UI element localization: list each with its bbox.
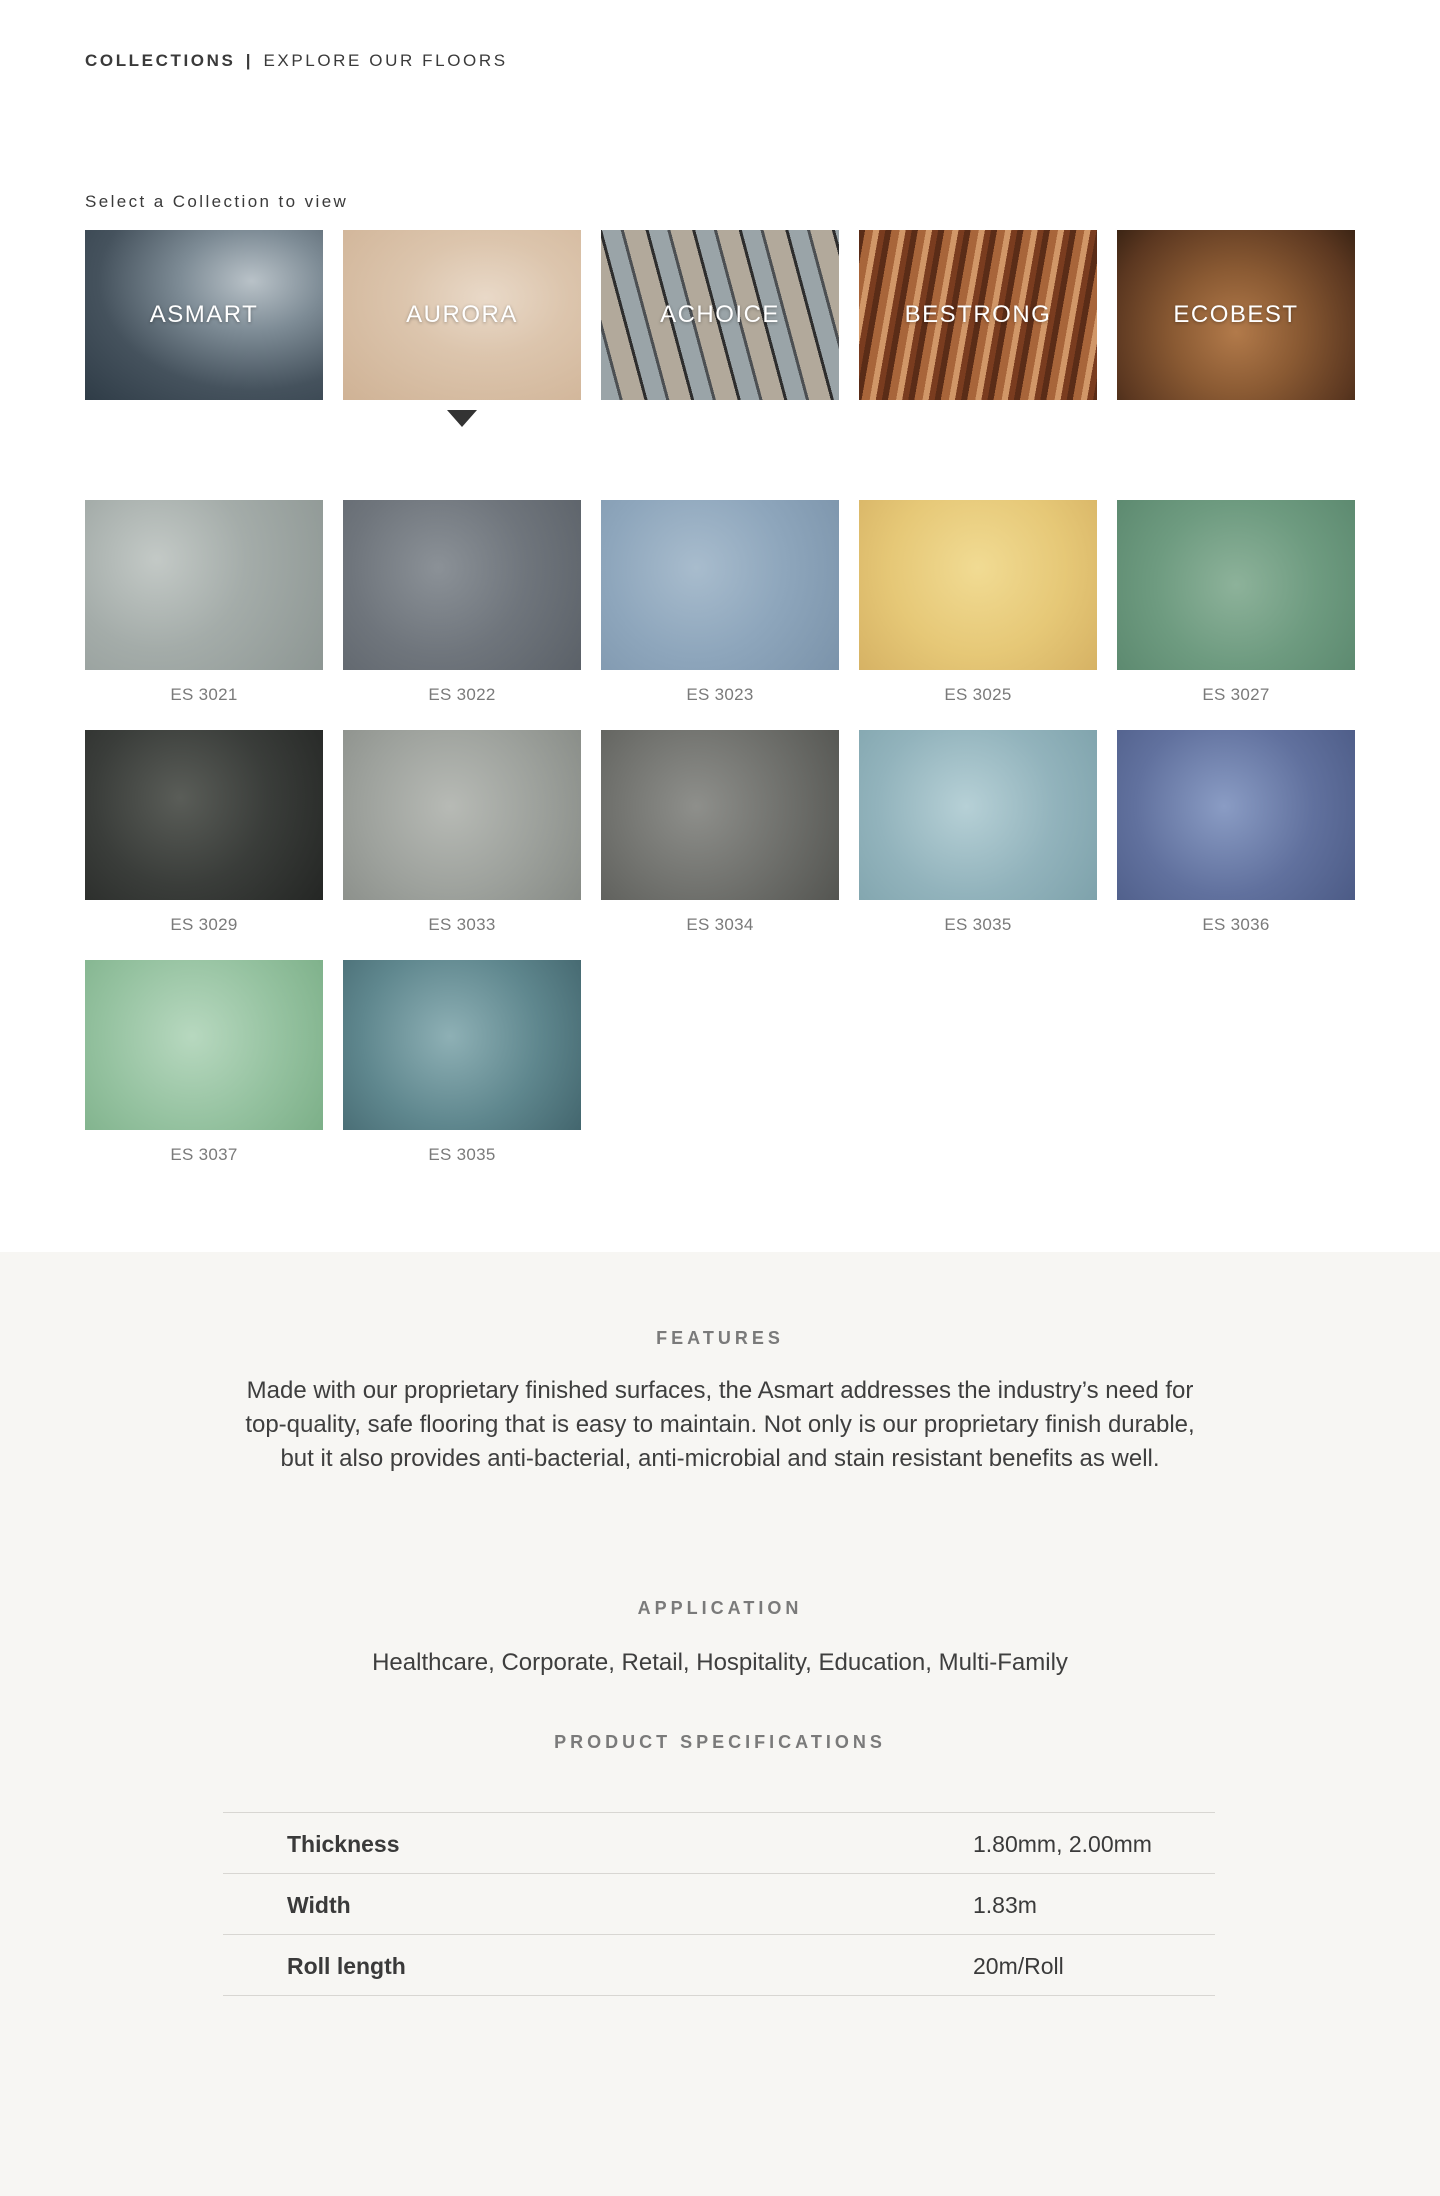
swatch-item[interactable]: ES 3021 — [85, 500, 323, 705]
spec-row: Thickness 1.80mm, 2.00mm — [223, 1813, 1215, 1874]
header-subtitle: EXPLORE OUR FLOORS — [263, 51, 508, 70]
swatch-image[interactable] — [343, 960, 581, 1130]
specifications-table: Thickness 1.80mm, 2.00mm Width 1.83m Rol… — [223, 1812, 1215, 1996]
spec-key: Roll length — [287, 1953, 406, 1979]
collection-tile-ecobest[interactable]: ECOBEST — [1117, 230, 1355, 400]
collection-tile-achoice[interactable]: ACHOICE — [601, 230, 839, 400]
swatch-image[interactable] — [85, 730, 323, 900]
collection-selector: ASMART AURORA ACHOICE BESTRONG ECOBEST — [85, 230, 1355, 400]
product-info-section: FEATURES Made with our proprietary finis… — [0, 1252, 1440, 2196]
spec-value: 1.83m — [973, 1892, 1037, 1918]
swatch-item[interactable]: ES 3037 — [85, 960, 323, 1165]
specifications-title: PRODUCT SPECIFICATIONS — [554, 1732, 886, 1752]
swatch-item[interactable]: ES 3022 — [343, 500, 581, 705]
swatch-code: ES 3037 — [170, 1145, 238, 1164]
application-text: Healthcare, Corporate, Retail, Hospitali… — [372, 1649, 1068, 1676]
spec-key: Width — [287, 1892, 351, 1918]
collection-name: ACHOICE — [660, 301, 780, 328]
swatch-item[interactable]: ES 3036 — [1117, 730, 1355, 935]
swatch-code: ES 3029 — [170, 915, 238, 934]
swatch-item[interactable]: ES 3034 — [601, 730, 839, 935]
spec-value: 20m/Roll — [973, 1953, 1064, 1979]
swatch-image[interactable] — [85, 960, 323, 1130]
collection-name: ECOBEST — [1173, 301, 1299, 328]
swatch-item[interactable]: ES 3029 — [85, 730, 323, 935]
collection-name: BESTRONG — [904, 301, 1052, 328]
swatch-code: ES 3027 — [1202, 685, 1270, 704]
swatch-image[interactable] — [343, 730, 581, 900]
selected-indicator-icon — [447, 410, 477, 427]
swatch-image[interactable] — [85, 500, 323, 670]
swatch-image[interactable] — [601, 730, 839, 900]
header-separator: | — [245, 51, 254, 70]
swatch-image[interactable] — [859, 500, 1097, 670]
swatch-item[interactable]: ES 3023 — [601, 500, 839, 705]
swatch-code: ES 3025 — [944, 685, 1012, 704]
swatch-code: ES 3033 — [428, 915, 496, 934]
swatch-item[interactable]: ES 3025 — [859, 500, 1097, 705]
features-title: FEATURES — [656, 1328, 784, 1348]
swatch-image[interactable] — [1117, 730, 1355, 900]
spec-row: Width 1.83m — [223, 1874, 1215, 1935]
swatch-item[interactable]: ES 3035 — [859, 730, 1097, 935]
swatch-code: ES 3021 — [170, 685, 238, 704]
swatch-image[interactable] — [1117, 500, 1355, 670]
swatch-code: ES 3022 — [428, 685, 496, 704]
swatch-code: ES 3036 — [1202, 915, 1270, 934]
swatch-item[interactable]: ES 3033 — [343, 730, 581, 935]
collection-name: ASMART — [149, 301, 259, 328]
spec-key: Thickness — [287, 1831, 400, 1857]
swatch-image[interactable] — [343, 500, 581, 670]
features-text: Made with our proprietary finished surfa… — [245, 1377, 1195, 1472]
collection-name: AURORA — [406, 301, 518, 328]
swatch-item[interactable]: ES 3027 — [1117, 500, 1355, 705]
swatch-code: ES 3023 — [686, 685, 754, 704]
spec-value: 1.80mm, 2.00mm — [973, 1831, 1152, 1857]
swatch-code: ES 3034 — [686, 915, 754, 934]
spec-row: Roll length 20m/Roll — [223, 1935, 1215, 1996]
page-header: COLLECTIONS | EXPLORE OUR FLOORS — [85, 51, 508, 71]
swatch-item[interactable]: ES 3035 — [343, 960, 581, 1165]
collection-tile-bestrong[interactable]: BESTRONG — [859, 230, 1097, 400]
swatch-code: ES 3035 — [428, 1145, 496, 1164]
collection-tile-asmart[interactable]: ASMART — [85, 230, 323, 400]
swatch-image[interactable] — [859, 730, 1097, 900]
collections-label: COLLECTIONS — [85, 51, 236, 70]
swatch-code: ES 3035 — [944, 915, 1012, 934]
select-collection-label: Select a Collection to view — [85, 192, 349, 211]
collection-tile-aurora[interactable]: AURORA — [343, 230, 581, 400]
application-title: APPLICATION — [637, 1598, 803, 1618]
swatch-image[interactable] — [601, 500, 839, 670]
